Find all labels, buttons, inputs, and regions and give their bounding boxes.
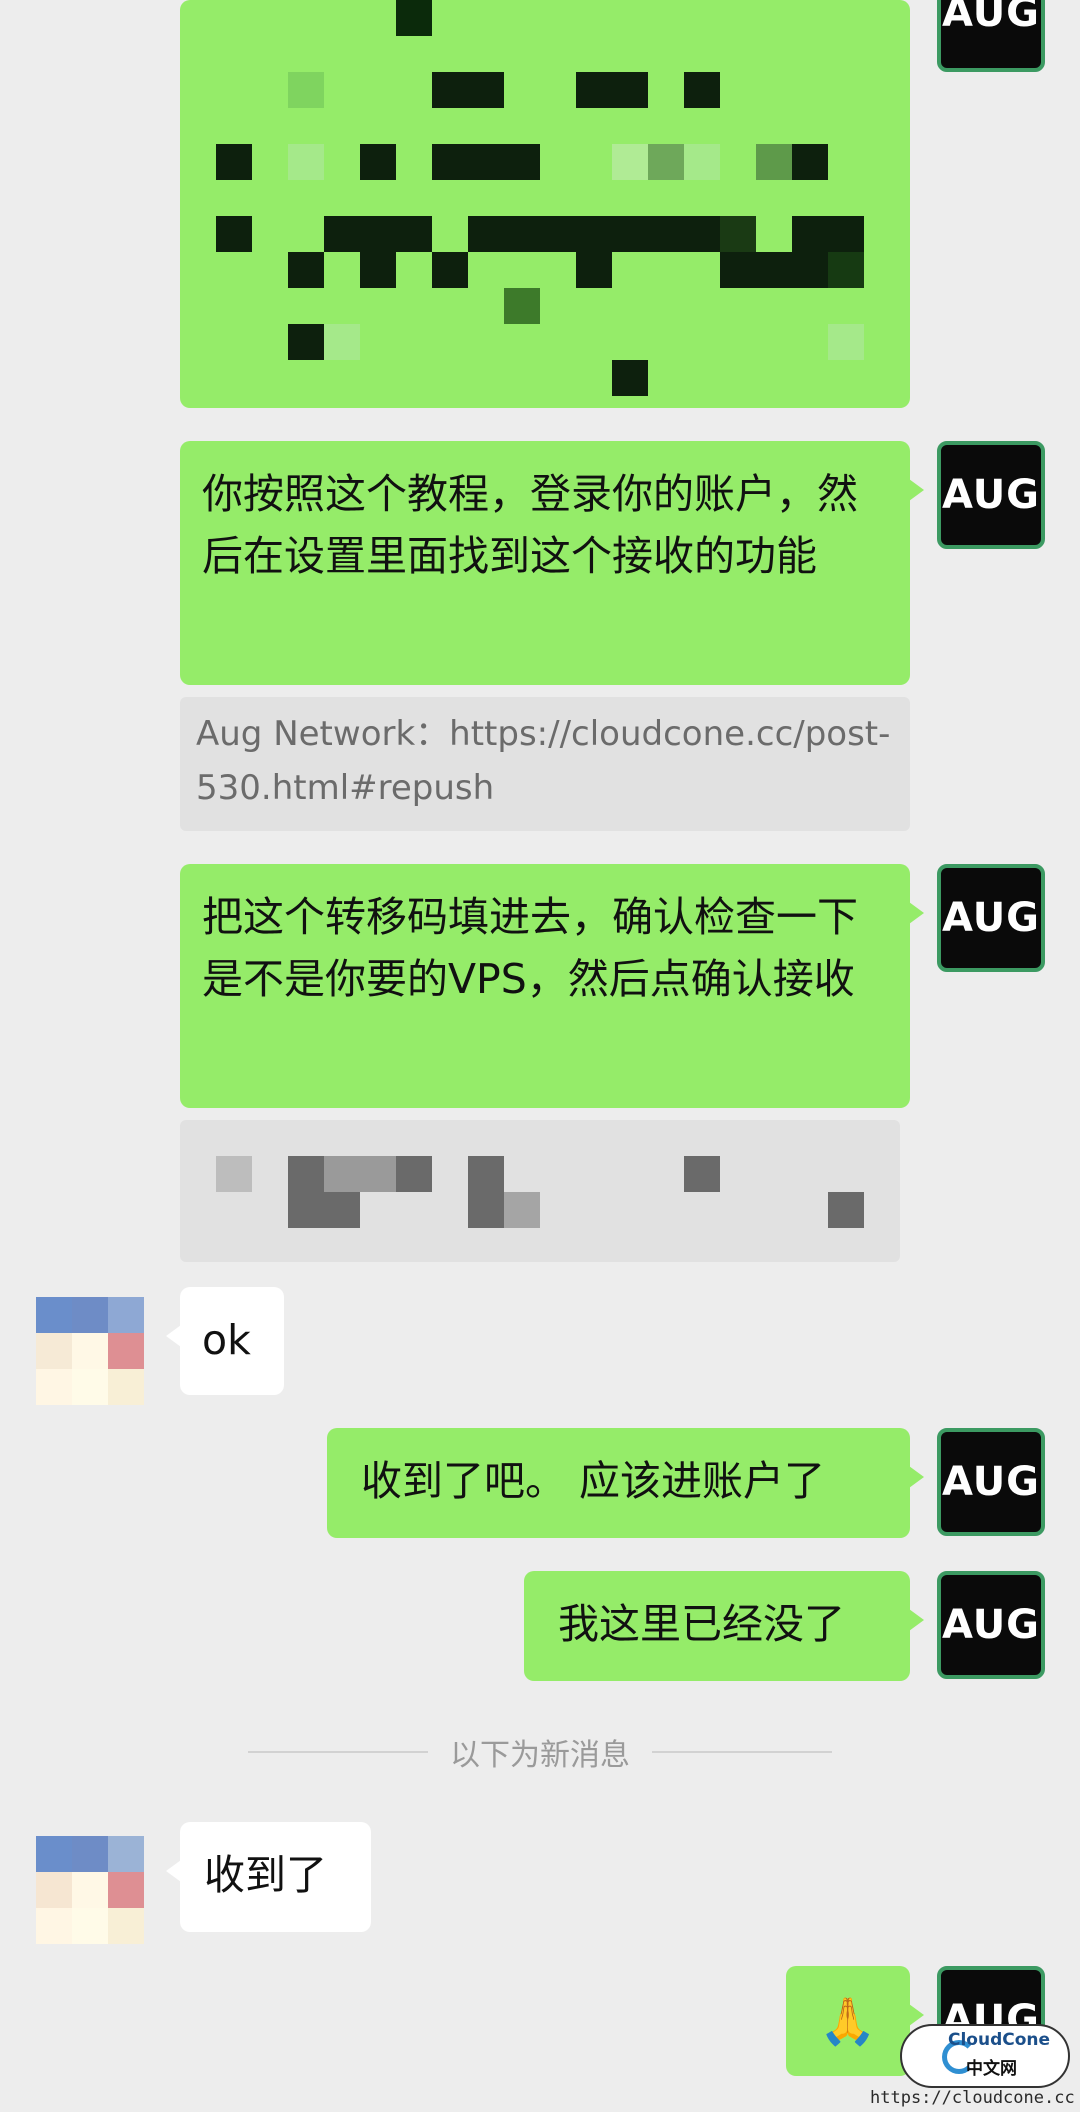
redacted-quote-message[interactable] [180,1120,900,1262]
peer-avatar[interactable] [36,1297,144,1405]
avatar-label: AUG [941,0,1041,36]
self-avatar[interactable]: AUG [937,0,1045,72]
watermark-brand: CloudCone [948,2030,1051,2050]
quoted-link-message[interactable]: Aug Network：https://cloudcone.cc/post-53… [180,697,910,831]
quote-text: Aug Network：https://cloudcone.cc/post-53… [196,714,891,808]
new-messages-divider: 以下为新消息 [0,1732,1080,1773]
self-avatar[interactable]: AUG [937,1428,1045,1536]
avatar-label: AUG [941,895,1041,941]
self-avatar[interactable]: AUG [937,864,1045,972]
divider-label: 以下为新消息 [450,1738,630,1773]
cloudcone-watermark: CloudCone 中文网 https://cloudcone.cc [870,2020,1076,2108]
divider-line [652,1751,832,1753]
chat-bubble-peer-received[interactable]: 收到了 [166,1822,371,1932]
peer-avatar[interactable] [36,1836,144,1944]
chat-bubble-peer-ok[interactable]: ok [166,1287,284,1395]
chat-bubble-received-check[interactable]: 收到了吧。 应该进账户了 [327,1428,924,1538]
message-text: 我这里已经没了 [558,1600,845,1648]
divider-line [248,1751,428,1753]
watermark-url: https://cloudcone.cc [870,2088,1075,2108]
message-text: 收到了吧。 应该进账户了 [361,1457,826,1505]
chat-bubble-gone-here[interactable]: 我这里已经没了 [524,1571,924,1681]
message-text: 你按照这个教程，登录你的账户，然后在设置里面找到这个接收的功能 [202,470,858,580]
self-avatar[interactable]: AUG [937,1571,1045,1679]
watermark-subtitle: 中文网 [966,2059,1017,2079]
folded-hands-emoji-icon: 🙏 [819,1993,877,2048]
avatar-label: AUG [941,1459,1041,1505]
message-text: 把这个转移码填进去，确认检查一下是不是你要的VPS，然后点确认接收 [202,893,858,1003]
avatar-label: AUG [941,1602,1041,1648]
message-text: ok [202,1316,251,1364]
chat-bubble-transfer-code[interactable]: 把这个转移码填进去，确认检查一下是不是你要的VPS，然后点确认接收 [180,864,924,1108]
self-avatar[interactable]: AUG [937,441,1045,549]
message-text: 收到了 [204,1851,327,1899]
redacted-image-message[interactable] [180,0,910,408]
avatar-label: AUG [941,472,1041,518]
chat-bubble-tutorial-instruction[interactable]: 你按照这个教程，登录你的账户，然后在设置里面找到这个接收的功能 [180,441,924,685]
